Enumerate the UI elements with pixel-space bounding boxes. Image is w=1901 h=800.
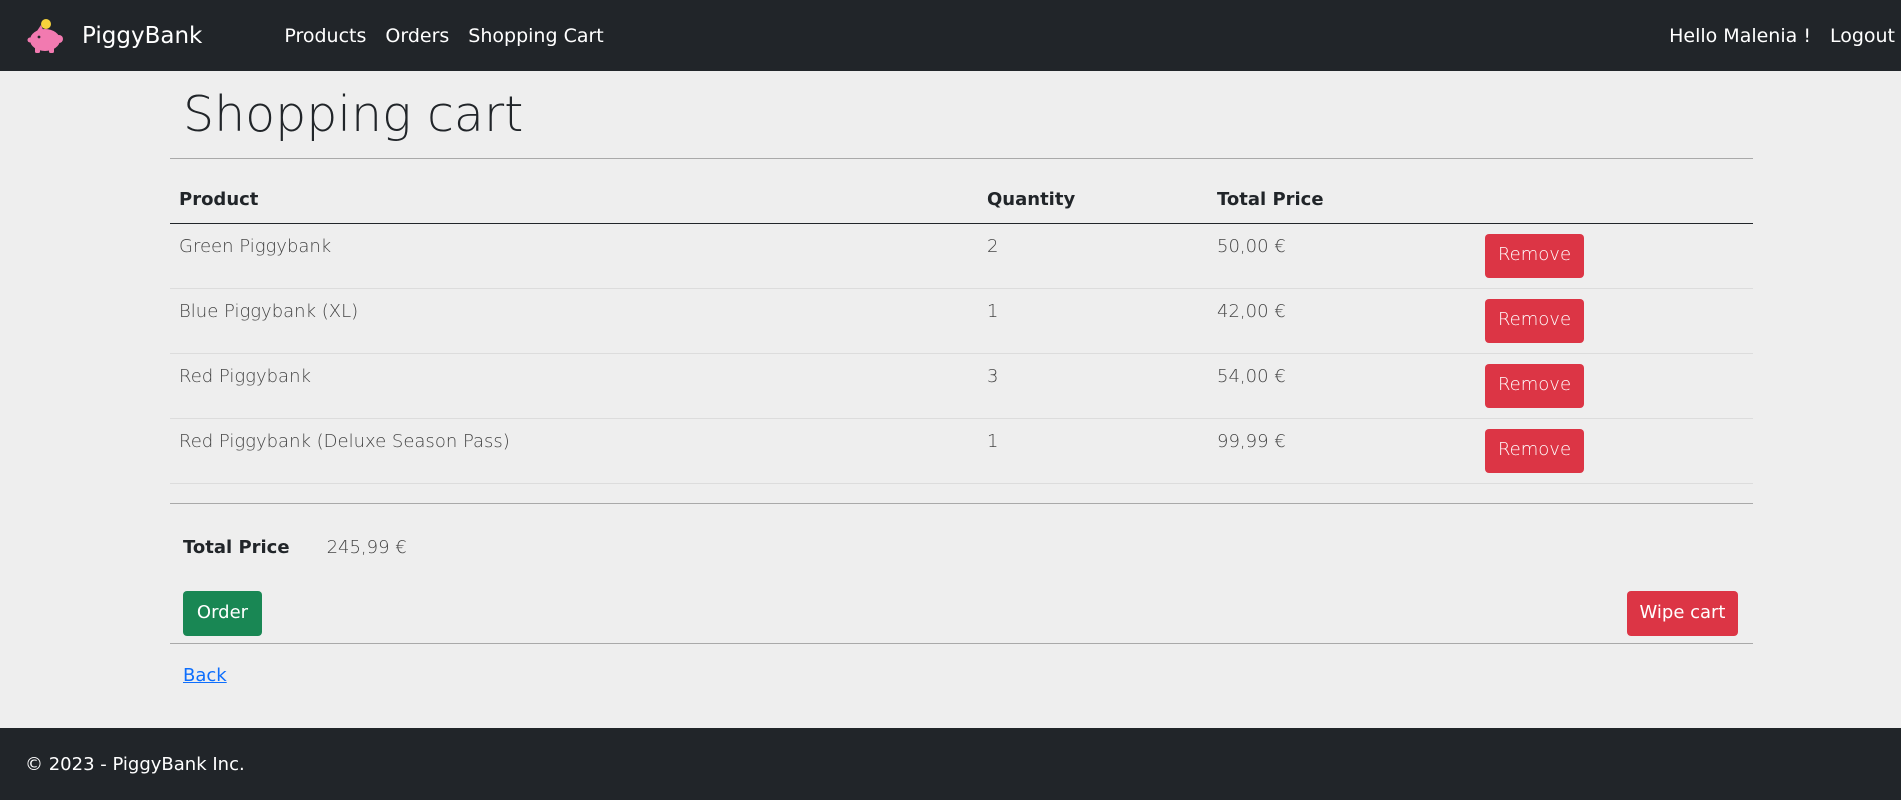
table-row: Blue Piggybank (XL) 1 42,00 € Remove — [170, 288, 1753, 354]
cell-quantity: 3 — [978, 353, 1208, 419]
column-header-quantity: Quantity — [978, 188, 1208, 224]
table-row: Red Piggybank (Deluxe Season Pass) 1 99,… — [170, 418, 1753, 484]
cell-price: 50,00 € — [1208, 223, 1476, 289]
wipe-cart-button[interactable]: Wipe cart — [1627, 590, 1738, 636]
piggy-bank-icon — [27, 18, 63, 53]
footer: © 2023 - PiggyBank Inc. — [0, 728, 1901, 800]
nav-user-area: Hello Malenia ! Logout — [1669, 0, 1895, 71]
remove-button[interactable]: Remove — [1485, 233, 1584, 278]
cart-table: Product Quantity Total Price Green Piggy… — [170, 188, 1753, 484]
brand[interactable]: PiggyBank — [26, 18, 202, 54]
remove-button[interactable]: Remove — [1485, 363, 1584, 408]
column-header-product: Product — [170, 188, 978, 224]
cell-product: Red Piggybank (Deluxe Season Pass) — [170, 418, 978, 484]
total-price-value: 245,99 € — [326, 537, 407, 558]
table-row: Red Piggybank 3 54,00 € Remove — [170, 353, 1753, 419]
cell-price: 42,00 € — [1208, 288, 1476, 354]
logout-link[interactable]: Logout — [1830, 25, 1895, 47]
cell-product: Blue Piggybank (XL) — [170, 288, 978, 354]
navbar: PiggyBank Products Orders Shopping Cart … — [0, 0, 1901, 71]
total-price-label: Total Price — [183, 537, 290, 558]
cell-quantity: 1 — [978, 418, 1208, 484]
table-header-row: Product Quantity Total Price — [170, 188, 1753, 224]
back-link[interactable]: Back — [183, 665, 227, 686]
title-divider — [170, 158, 1753, 159]
nav-link-products[interactable]: Products — [284, 25, 366, 47]
nav-link-orders[interactable]: Orders — [385, 25, 449, 47]
cell-actions: Remove — [1476, 223, 1753, 289]
cell-price: 99,99 € — [1208, 418, 1476, 484]
cell-product: Green Piggybank — [170, 223, 978, 289]
brand-name[interactable]: PiggyBank — [82, 23, 202, 49]
cell-actions: Remove — [1476, 353, 1753, 419]
nav-links: Products Orders Shopping Cart — [284, 25, 622, 47]
cell-quantity: 2 — [978, 223, 1208, 289]
cell-actions: Remove — [1476, 288, 1753, 354]
page-title: Shopping cart — [183, 86, 524, 143]
order-button[interactable]: Order — [183, 590, 262, 636]
column-header-total-price: Total Price — [1208, 188, 1476, 224]
nav-link-shopping-cart[interactable]: Shopping Cart — [468, 25, 603, 47]
cart-actions: Order Wipe cart — [170, 590, 1753, 651]
column-header-actions — [1476, 188, 1753, 224]
cell-product: Red Piggybank — [170, 353, 978, 419]
cart-total: Total Price 245,99 € — [170, 504, 1753, 561]
cell-actions: Remove — [1476, 418, 1753, 484]
cell-quantity: 1 — [978, 288, 1208, 354]
user-greeting: Hello Malenia ! — [1669, 24, 1811, 47]
footer-copyright: © 2023 - PiggyBank Inc. — [25, 753, 245, 775]
table-row: Green Piggybank 2 50,00 € Remove — [170, 223, 1753, 289]
remove-button[interactable]: Remove — [1485, 428, 1584, 473]
main-content: Shopping cart Product Quantity Total Pri… — [170, 71, 1753, 686]
remove-button[interactable]: Remove — [1485, 298, 1584, 343]
cell-price: 54,00 € — [1208, 353, 1476, 419]
